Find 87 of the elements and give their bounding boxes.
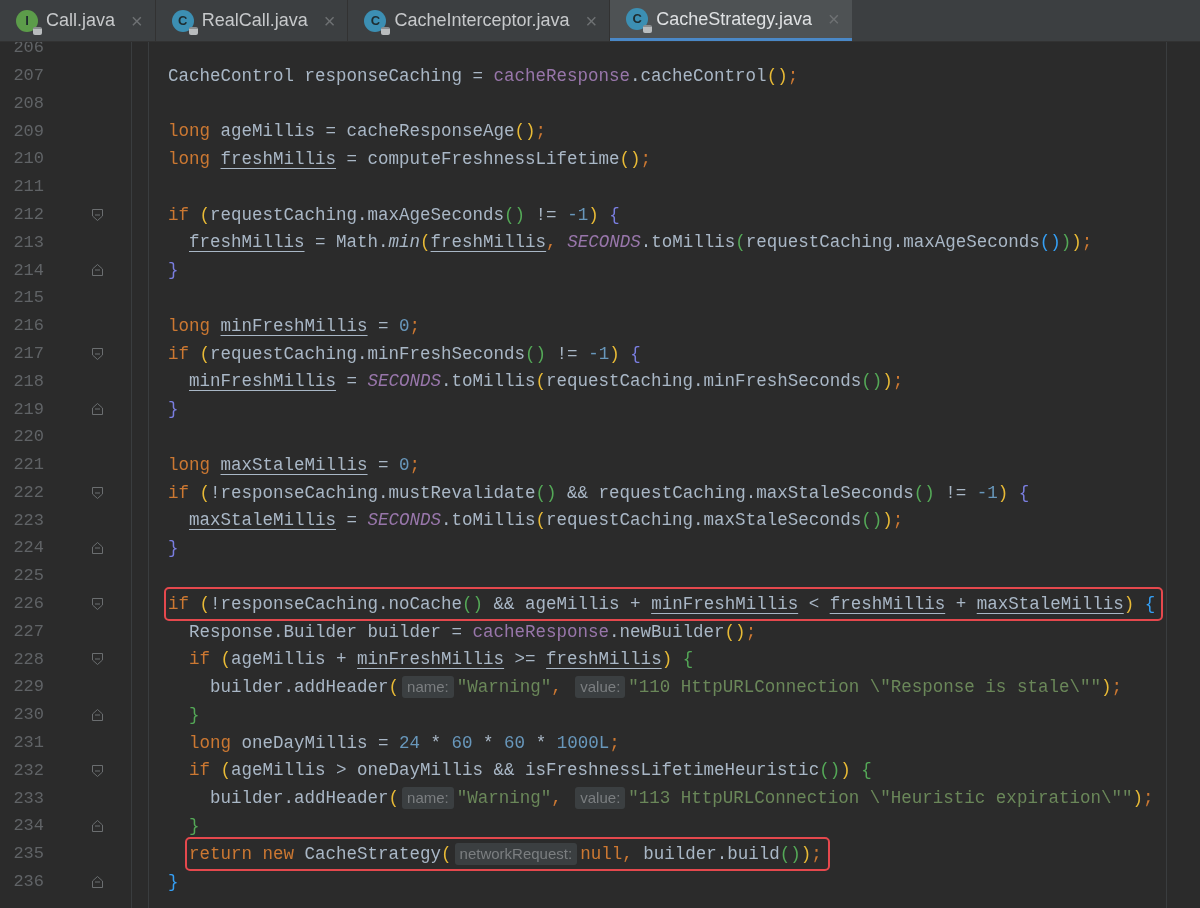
parameter-hint: name: <box>402 676 454 699</box>
code-text: freshMillis = Math.min(freshMillis, SECONDS.toMillis(requestCaching.maxAgeSeconds())); <box>189 231 1093 255</box>
code-text: long oneDayMillis = 24 * 60 * 60 * 1000L; <box>189 731 620 755</box>
line-number: 231 <box>12 732 44 755</box>
code-text: long maxStaleMillis = 0; <box>168 453 421 477</box>
tab-label: CacheStrategy.java <box>656 7 813 31</box>
code-text: Response.Builder builder = cacheResponse.newBuilder(); <box>189 620 757 644</box>
line-number: 236 <box>12 871 44 894</box>
tab-label: CacheInterceptor.java <box>394 9 570 32</box>
line-number: 232 <box>12 759 44 782</box>
line-number: 211 <box>12 176 44 199</box>
code-text: if (requestCaching.minFreshSeconds() != -1) { <box>168 342 641 366</box>
line-number: 228 <box>12 648 44 671</box>
line-number: 222 <box>12 481 44 504</box>
code-text: if (requestCaching.maxAgeSeconds() != -1) { <box>168 203 620 227</box>
line-number: 227 <box>12 620 44 643</box>
parameter-hint: networkRequest: <box>454 843 578 865</box>
code-text: null, builder.build()); <box>580 842 822 866</box>
code-text: CacheControl responseCaching = cacheResponse.cacheControl(); <box>168 64 799 88</box>
fold-marker-icon[interactable] <box>91 403 103 416</box>
code-text: "113 HttpURLConnection \"Heuristic expiration\""); <box>628 787 1154 811</box>
fold-marker-icon[interactable] <box>91 653 103 666</box>
code-text: if (ageMillis + minFreshMillis >= freshMillis) { <box>189 648 694 672</box>
line-number: 229 <box>12 676 44 699</box>
code-text: } <box>189 703 200 727</box>
code-text: if (ageMillis > oneDayMillis && isFreshnessLifetimeHeuristic()) { <box>189 759 872 783</box>
code-text: minFreshMillis = SECONDS.toMillis(requestCaching.minFreshSeconds()); <box>189 370 904 394</box>
fold-marker-icon[interactable] <box>91 764 103 777</box>
code-text: "Warning", <box>456 676 563 700</box>
fold-marker-icon[interactable] <box>91 542 103 555</box>
line-number: 209 <box>12 120 44 143</box>
code-text: } <box>189 815 200 839</box>
tab-label: RealCall.java <box>201 9 308 32</box>
line-number: 220 <box>12 426 44 449</box>
code-text: } <box>168 537 179 561</box>
fold-marker-icon[interactable] <box>91 264 103 277</box>
fold-marker-icon[interactable] <box>91 208 103 221</box>
editor-tab[interactable]: C RealCall.java × <box>155 0 349 41</box>
code-text: if (!responseCaching.noCache() && ageMillis + minFreshMillis < freshMillis + maxStaleMillis) { <box>168 592 1156 616</box>
fold-marker-icon[interactable] <box>91 709 103 721</box>
fold-marker-icon[interactable] <box>91 597 103 610</box>
line-number: 217 <box>12 342 44 365</box>
file-type-icon: C <box>626 8 649 30</box>
parameter-hint: name: <box>402 787 454 810</box>
fold-marker-icon[interactable] <box>91 486 103 499</box>
line-number: 221 <box>12 454 44 477</box>
parameter-hint: value: <box>575 676 626 699</box>
fold-marker-icon[interactable] <box>91 820 103 833</box>
line-number: 223 <box>12 509 44 532</box>
tab-label: Call.java <box>46 9 116 32</box>
line-number: 226 <box>12 593 44 616</box>
code-text: return new CacheStrategy( <box>189 842 452 866</box>
editor-tab[interactable]: C CacheStrategy.java × <box>610 0 852 41</box>
line-number: 233 <box>12 787 44 810</box>
code-text: } <box>168 870 179 894</box>
code-text: builder.addHeader( <box>210 676 400 700</box>
code-text: if (!responseCaching.mustRevalidate() && requestCaching.maxStaleSeconds() != -1) { <box>168 481 1030 505</box>
line-number: 214 <box>12 259 44 282</box>
code-text: long minFreshMillis = 0; <box>168 314 421 338</box>
line-number: 234 <box>12 815 44 838</box>
code-text: } <box>168 398 179 422</box>
line-number: 216 <box>12 315 44 338</box>
line-number: 215 <box>12 287 44 310</box>
editor-tab[interactable]: C CacheInterceptor.java × <box>348 0 611 41</box>
editor-tab[interactable]: I Call.java × <box>0 0 156 41</box>
line-number: 218 <box>12 370 44 393</box>
line-number: 212 <box>12 203 44 226</box>
parameter-hint: value: <box>575 787 626 810</box>
code-text: maxStaleMillis = SECONDS.toMillis(requestCaching.maxStaleSeconds()); <box>189 509 904 533</box>
code-text: "110 HttpURLConnection \"Response is stale\""); <box>628 676 1122 700</box>
line-number: 213 <box>12 231 44 254</box>
code-text: } <box>168 259 179 283</box>
line-number: 235 <box>12 843 44 866</box>
line-number: 219 <box>12 398 44 421</box>
line-number: 210 <box>12 148 44 171</box>
line-number: 225 <box>12 565 44 588</box>
file-type-icon: C <box>364 9 387 32</box>
line-number: 224 <box>12 537 44 560</box>
code-text: long freshMillis = computeFreshnessLifetime(); <box>168 147 652 171</box>
line-number: 230 <box>12 704 44 727</box>
fold-marker-icon[interactable] <box>91 875 103 888</box>
code-text: "Warning", <box>456 787 563 811</box>
code-text: long ageMillis = cacheResponseAge(); <box>168 120 547 144</box>
fold-marker-icon[interactable] <box>91 347 103 360</box>
line-number: 208 <box>12 92 44 115</box>
code-text: builder.addHeader( <box>210 787 400 811</box>
line-number: 207 <box>12 64 44 87</box>
